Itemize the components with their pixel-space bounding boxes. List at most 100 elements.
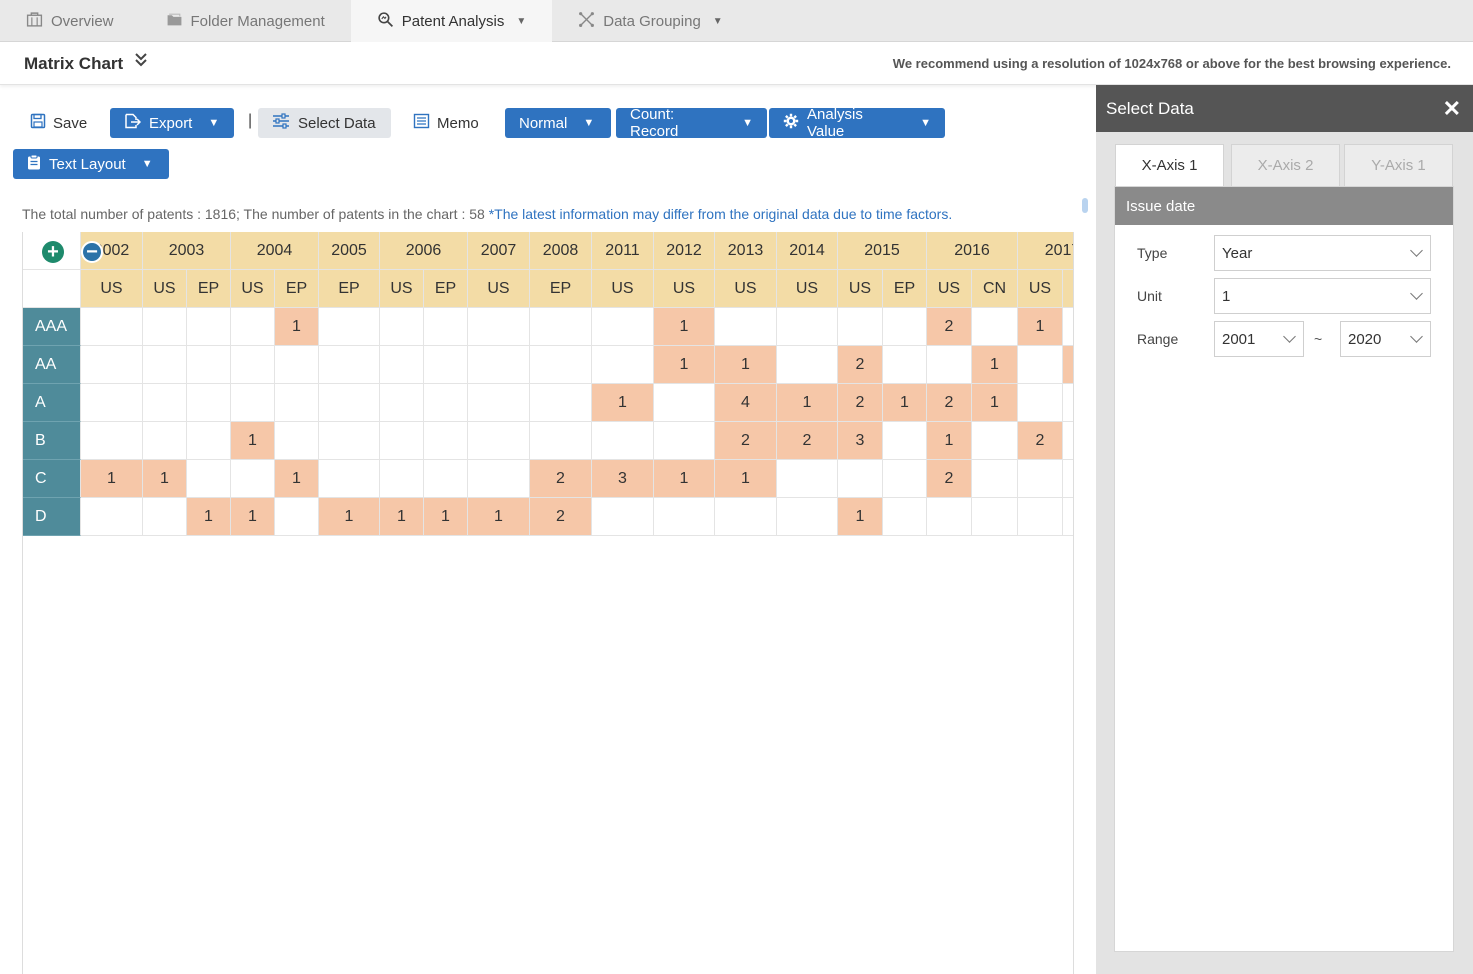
country-header[interactable]: US	[468, 270, 530, 308]
year-header[interactable]: 2008	[530, 232, 592, 270]
analysis-value-dropdown[interactable]: Analysis Value ▼	[769, 106, 945, 140]
export-button[interactable]: Export ▼	[110, 108, 234, 138]
row-label[interactable]: B	[23, 422, 81, 460]
matrix-cell-filled[interactable]: 2	[530, 460, 592, 498]
country-header[interactable]: EP	[530, 270, 592, 308]
row-label[interactable]: D	[23, 498, 81, 536]
year-header[interactable]: 2006	[380, 232, 468, 270]
country-header[interactable]: EP	[187, 270, 231, 308]
matrix-cell-filled[interactable]: 1	[654, 308, 715, 346]
tab-data-grouping[interactable]: Data Grouping ▼	[552, 0, 748, 42]
country-header[interactable]: EP	[319, 270, 380, 308]
matrix-cell-filled[interactable]: 2	[777, 422, 838, 460]
matrix-cell-filled[interactable]: 1	[654, 346, 715, 384]
matrix-cell-filled[interactable]: 1	[838, 498, 883, 536]
country-header[interactable]: US	[654, 270, 715, 308]
year-header[interactable]: 2014	[777, 232, 838, 270]
matrix-cell-filled[interactable]: 2	[927, 308, 972, 346]
matrix-cell-filled[interactable]: 1	[715, 460, 777, 498]
text-layout-dropdown[interactable]: Text Layout ▼	[13, 149, 169, 179]
tab-y-axis-1[interactable]: Y-Axis 1	[1344, 144, 1453, 186]
matrix-cell-filled[interactable]: 1	[319, 498, 380, 536]
range-to-select[interactable]: 2020	[1340, 321, 1431, 357]
country-header[interactable]: EP	[424, 270, 468, 308]
matrix-cell-filled[interactable]: 3	[838, 422, 883, 460]
close-icon[interactable]: ✕	[1443, 96, 1461, 122]
country-header[interactable]: CN	[972, 270, 1018, 308]
matrix-cell-filled[interactable]: 1	[81, 460, 143, 498]
memo-button[interactable]: Memo	[413, 108, 479, 138]
matrix-cell-filled[interactable]: 2	[838, 384, 883, 422]
matrix-cell-filled[interactable]: 1	[654, 460, 715, 498]
matrix-cell-filled[interactable]: 1	[883, 384, 927, 422]
matrix-cell-filled[interactable]: 1	[231, 498, 275, 536]
collapse-minus-icon[interactable]: −	[81, 241, 103, 263]
country-header[interactable]: EP	[883, 270, 927, 308]
matrix-cell-filled[interactable]: 1	[592, 384, 654, 422]
year-header[interactable]: 2016	[927, 232, 1018, 270]
scroll-indicator[interactable]	[1082, 198, 1088, 213]
tab-x-axis-2[interactable]: X-Axis 2	[1231, 144, 1340, 186]
year-header[interactable]: 2011	[592, 232, 654, 270]
row-label[interactable]: AAA	[23, 308, 81, 346]
matrix-cell-filled[interactable]: 1	[468, 498, 530, 536]
country-header[interactable]: US	[1018, 270, 1063, 308]
year-header[interactable]: 2004	[231, 232, 319, 270]
year-header[interactable]: 2017	[1018, 232, 1073, 270]
matrix-cell-filled[interactable]: 2	[838, 346, 883, 384]
year-header[interactable]: 2007	[468, 232, 530, 270]
matrix-cell-filled[interactable]: 2	[530, 498, 592, 536]
matrix-cell-filled[interactable]: 1	[1018, 308, 1063, 346]
double-chevron-down-icon[interactable]	[134, 52, 148, 72]
range-from-select[interactable]: 2001	[1214, 321, 1304, 357]
year-header[interactable]: 2005	[319, 232, 380, 270]
matrix-cell-filled[interactable]: 2	[927, 460, 972, 498]
matrix-cell-filled[interactable]: 1	[380, 498, 424, 536]
year-header[interactable]: 2015	[838, 232, 927, 270]
matrix-cell-filled[interactable]: 1	[231, 422, 275, 460]
matrix-cell-filled[interactable]: 1	[187, 498, 231, 536]
year-header[interactable]: 2013	[715, 232, 777, 270]
row-label[interactable]: A	[23, 384, 81, 422]
country-header[interactable]: US	[838, 270, 883, 308]
matrix-cell-filled[interactable]: 2	[1018, 422, 1063, 460]
country-header[interactable]: EP	[275, 270, 319, 308]
matrix-cell-filled[interactable]: 1	[927, 422, 972, 460]
country-header[interactable]: US	[777, 270, 838, 308]
matrix-cell-filled[interactable]: 1	[972, 384, 1018, 422]
matrix-cell-filled[interactable]: 1	[972, 346, 1018, 384]
matrix-cell-filled[interactable]: 2	[715, 422, 777, 460]
matrix-cell-filled[interactable]: 4	[715, 384, 777, 422]
matrix-cell-filled[interactable]: 1	[777, 384, 838, 422]
expand-plus-icon[interactable]: +	[42, 241, 64, 263]
select-data-button[interactable]: Select Data	[258, 108, 391, 138]
matrix-cell-filled[interactable]: 1	[715, 346, 777, 384]
tab-overview[interactable]: Overview	[0, 0, 140, 42]
tab-folder-management[interactable]: Folder Management	[140, 0, 351, 42]
country-header[interactable]: US	[927, 270, 972, 308]
country-header[interactable]: US	[715, 270, 777, 308]
row-label[interactable]: AA	[23, 346, 81, 384]
country-header[interactable]: US	[231, 270, 275, 308]
count-dropdown[interactable]: Count: Record ▼	[616, 106, 767, 140]
matrix-cell-filled[interactable]	[1063, 346, 1073, 384]
tab-x-axis-1[interactable]: X-Axis 1	[1115, 144, 1224, 186]
country-header[interactable]: US	[380, 270, 424, 308]
country-header[interactable]: US	[592, 270, 654, 308]
type-select[interactable]: Year	[1214, 235, 1431, 271]
year-header[interactable]: 2003	[143, 232, 231, 270]
row-label[interactable]: C	[23, 460, 81, 498]
matrix-cell-filled[interactable]: 1	[143, 460, 187, 498]
country-header[interactable]	[1063, 270, 1073, 308]
country-header[interactable]: US	[143, 270, 187, 308]
tab-patent-analysis[interactable]: Patent Analysis ▼	[350, 0, 553, 42]
save-button[interactable]: Save	[30, 108, 87, 138]
matrix-cell-filled[interactable]: 1	[275, 308, 319, 346]
matrix-cell-filled[interactable]: 1	[424, 498, 468, 536]
year-header[interactable]: 2012	[654, 232, 715, 270]
unit-select[interactable]: 1	[1214, 278, 1431, 314]
matrix-cell-filled[interactable]: 3	[592, 460, 654, 498]
matrix-cell-filled[interactable]: 1	[275, 460, 319, 498]
normal-dropdown[interactable]: Normal ▼	[505, 108, 611, 138]
country-header[interactable]: US	[81, 270, 143, 308]
